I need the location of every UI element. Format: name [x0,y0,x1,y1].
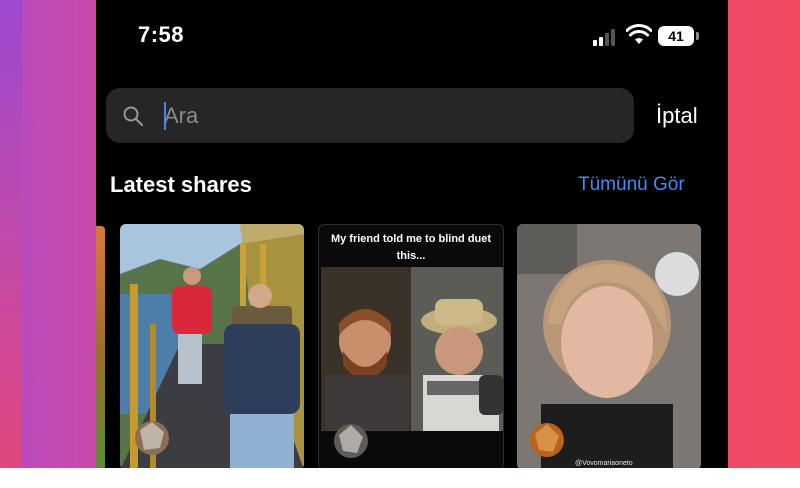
section-title: Latest shares [110,172,252,197]
status-bar: 7:58 41 [96,0,728,72]
cellular-signal-icon [593,28,619,46]
search-input[interactable] [164,98,604,134]
video-thumbnail[interactable] [120,224,304,468]
battery-tip [696,32,699,40]
text-caret [164,102,166,130]
background-bottom-band [0,468,800,488]
see-all-link[interactable]: Tümünü Gör [578,174,685,196]
wifi-icon [626,24,652,44]
video-thumbnail[interactable]: My friend told me to blind duet this... [318,224,504,468]
cancel-button[interactable]: İptal [656,103,698,129]
status-time: 7:58 [138,22,185,47]
phone-screen: 7:58 41 İptal Latest shares Tümünü Gör [96,0,728,468]
video-thumbnail[interactable] [96,226,105,468]
video-username: @Vovomariaoneto [575,460,633,467]
background-strip [0,0,22,468]
search-bar[interactable] [106,88,634,143]
battery-icon: 41 [658,26,694,46]
video-thumbnail[interactable]: @Vovomariaoneto [517,224,701,468]
search-icon [123,106,143,126]
